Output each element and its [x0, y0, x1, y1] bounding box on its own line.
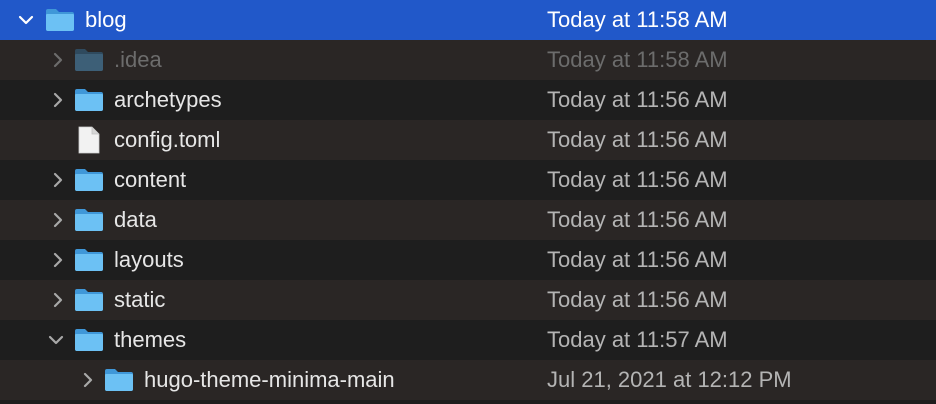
file-modified-date: Today at 11:57 AM [547, 327, 728, 352]
file-name: blog [85, 7, 127, 32]
folder-icon [43, 0, 77, 40]
chevron-right-icon[interactable] [46, 200, 70, 240]
file-modified-date: Today at 11:56 AM [547, 247, 728, 272]
folder-icon [102, 360, 136, 400]
file-name: .idea [114, 47, 162, 72]
chevron-right-icon[interactable] [46, 240, 70, 280]
file-modified-date: Today at 11:56 AM [547, 167, 728, 192]
file-modified-date: Today at 11:56 AM [547, 207, 728, 232]
file-name: themes [114, 327, 187, 352]
folder-icon [72, 200, 106, 240]
folder-icon [72, 40, 106, 80]
file-modified-date: Jul 21, 2021 at 12:12 PM [547, 367, 792, 392]
file-row-layouts[interactable]: layouts Today at 11:56 AM [0, 240, 936, 280]
chevron-down-icon[interactable] [14, 0, 38, 40]
file-modified-date: Today at 11:58 AM [547, 7, 728, 32]
file-row-idea[interactable]: .idea Today at 11:58 AM [0, 40, 936, 80]
chevron-right-icon[interactable] [46, 40, 70, 80]
file-row-hugo-theme-minima-main[interactable]: hugo-theme-minima-main Jul 21, 2021 at 1… [0, 360, 936, 400]
folder-icon [72, 160, 106, 200]
folder-icon [72, 240, 106, 280]
file-row-data[interactable]: data Today at 11:56 AM [0, 200, 936, 240]
file-name: data [114, 207, 157, 232]
file-name: content [114, 167, 187, 192]
file-row-static[interactable]: static Today at 11:56 AM [0, 280, 936, 320]
file-modified-date: Today at 11:56 AM [547, 87, 728, 112]
chevron-right-icon[interactable] [76, 360, 100, 400]
file-row-config-toml[interactable]: config.toml Today at 11:56 AM [0, 120, 936, 160]
document-icon [72, 120, 106, 160]
chevron-right-icon[interactable] [46, 80, 70, 120]
folder-icon [72, 320, 106, 360]
file-name: archetypes [114, 87, 222, 112]
file-name: hugo-theme-minima-main [144, 367, 395, 392]
file-row-content[interactable]: content Today at 11:56 AM [0, 160, 936, 200]
file-list: blog Today at 11:58 AM .idea Today at 11… [0, 0, 936, 404]
chevron-down-icon[interactable] [44, 320, 68, 360]
file-modified-date: Today at 11:56 AM [547, 127, 728, 152]
file-name: layouts [114, 247, 184, 272]
file-row-blog[interactable]: blog Today at 11:58 AM [0, 0, 936, 40]
file-row-themes[interactable]: themes Today at 11:57 AM [0, 320, 936, 360]
file-name: static [114, 287, 166, 312]
file-name: config.toml [114, 127, 221, 152]
file-modified-date: Today at 11:56 AM [547, 287, 728, 312]
chevron-right-icon[interactable] [46, 280, 70, 320]
file-modified-date: Today at 11:58 AM [547, 47, 728, 72]
file-row-archetypes[interactable]: archetypes Today at 11:56 AM [0, 80, 936, 120]
folder-icon [72, 80, 106, 120]
chevron-right-icon[interactable] [46, 160, 70, 200]
folder-icon [72, 280, 106, 320]
